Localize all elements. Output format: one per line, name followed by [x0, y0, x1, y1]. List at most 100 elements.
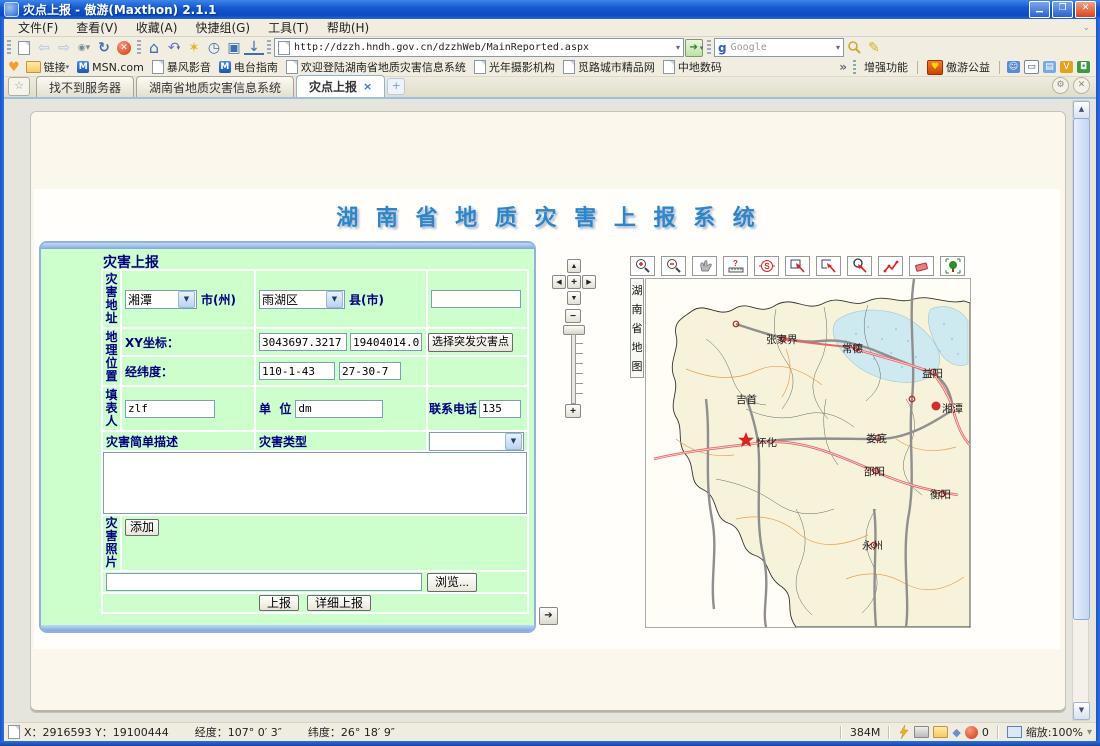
tab-disaster-report[interactable]: 灾点上报× — [296, 75, 385, 97]
wrench-icon[interactable]: ⚙ — [1052, 77, 1069, 94]
search-engine-icon[interactable]: g — [718, 41, 727, 55]
restore-button[interactable]: ❐ — [1052, 1, 1073, 18]
boost-lightning-icon[interactable] — [898, 725, 910, 739]
maxthon-charity-button[interactable]: ♥傲游公益 — [925, 59, 992, 75]
detail-submit-button[interactable]: 详细上报 — [307, 595, 371, 611]
x-coordinate-input[interactable] — [259, 333, 347, 351]
map-scale-icon[interactable]: S — [754, 256, 779, 276]
tab-close-icon[interactable]: × — [363, 80, 372, 93]
phone-input[interactable] — [479, 400, 521, 418]
resize-window-icon[interactable] — [1007, 726, 1022, 738]
pick-disaster-point-button[interactable]: 选择突发灾害点 — [428, 333, 513, 352]
browse-button[interactable]: 浏览... — [427, 573, 477, 592]
expand-panel-button[interactable]: ➔ — [539, 607, 558, 625]
stop-icon[interactable]: ✕ — [114, 39, 134, 57]
search-box[interactable]: g Google ▾ — [714, 38, 844, 57]
filter-icon[interactable]: ◆ — [952, 726, 960, 739]
menu-favorites[interactable]: 收藏(A) — [128, 18, 186, 37]
city-select[interactable]: 湘潭▼ — [125, 290, 197, 309]
printer-icon[interactable] — [914, 726, 929, 738]
bookmark-zhongdi[interactable]: 中地数码 — [661, 59, 724, 75]
zoom-dropdown-icon[interactable]: ▾ — [1087, 727, 1092, 738]
page-scrollbar[interactable]: ▲ ▼ — [1072, 100, 1089, 721]
submit-button[interactable]: 上报 — [259, 595, 299, 611]
minimize-button[interactable]: ▁ — [1029, 1, 1050, 18]
addons-button[interactable]: 增强功能 — [862, 59, 910, 75]
pan-right-button[interactable]: ▶ — [582, 275, 596, 289]
tab-list-star-icon[interactable]: ☆ — [8, 77, 30, 96]
scroll-up-icon[interactable]: ▲ — [1073, 101, 1090, 119]
undo-icon[interactable]: ↶▾ — [164, 39, 184, 57]
zoom-out-slider-button[interactable]: − — [565, 309, 581, 323]
back-icon[interactable]: ⇦ — [34, 39, 54, 57]
map-measure-icon[interactable]: ? — [723, 256, 748, 276]
map-zoom-in-icon[interactable] — [630, 256, 655, 276]
plugin-box-icon[interactable]: ◘ — [1077, 61, 1090, 73]
history-dropdown-icon[interactable]: ◉▾ — [74, 39, 94, 57]
search-dropdown-icon[interactable]: ▾ — [836, 43, 840, 52]
tab-server-not-found[interactable]: 找不到服务器 — [36, 76, 134, 97]
home-icon[interactable]: ⌂ — [144, 39, 164, 57]
user-icon[interactable]: ☺ — [1007, 61, 1020, 73]
pan-up-button[interactable]: ▲ — [567, 259, 581, 273]
file-path-input[interactable] — [106, 573, 422, 591]
zoom-level[interactable]: 缩放:100% — [1026, 724, 1083, 740]
y-coordinate-input[interactable] — [350, 333, 422, 351]
hunan-map[interactable]: 张家界 常德 益阳 湘潭 吉首 娄底 怀化 邵阳 衡阳 永州 — [645, 278, 971, 628]
address-url[interactable]: http://dzzh.hndh.gov.cn/dzzhWeb/MainRepo… — [294, 42, 589, 53]
address-detail-input[interactable] — [431, 290, 521, 308]
zoom-in-slider-button[interactable]: + — [565, 404, 581, 418]
address-bar[interactable]: http://dzzh.hndh.gov.cn/dzzhWeb/MainRepo… — [274, 38, 684, 57]
favorites-heart-icon[interactable]: ♥ — [8, 60, 20, 75]
bookmark-msn[interactable]: MMSN.com — [75, 61, 146, 74]
map-rect-deselect-icon[interactable] — [816, 256, 841, 276]
menu-file[interactable]: 文件(F) — [10, 18, 66, 37]
forward-icon[interactable]: ⇨ — [54, 39, 74, 57]
tab-hunan-geo-info-system[interactable]: 湖南省地质灾害信息系统 — [136, 76, 294, 97]
scrollbar-thumb[interactable] — [1073, 118, 1090, 620]
download-icon[interactable]: ↓ — [244, 40, 264, 55]
search-icon[interactable] — [844, 39, 864, 57]
bookmark-hunan-geo-system[interactable]: 欢迎登陆湖南省地质灾害信息系统 — [284, 59, 468, 75]
toolbar-grip[interactable] — [7, 40, 11, 56]
description-textarea[interactable] — [103, 452, 527, 514]
bookmark-storm-player[interactable]: 暴风影音 — [150, 59, 213, 75]
new-tab-button[interactable]: + — [387, 78, 405, 95]
unit-input[interactable] — [295, 400, 383, 418]
map-rect-select-icon[interactable] — [785, 256, 810, 276]
bookmarks-overflow-icon[interactable]: » — [839, 60, 847, 74]
collapse-chevron-icon[interactable]: ⌄ — [1082, 23, 1090, 33]
menu-groups[interactable]: 快捷组(G) — [187, 18, 258, 37]
map-pan-hand-icon[interactable] — [692, 256, 717, 276]
magic-wand-icon[interactable]: ✶ — [184, 39, 204, 57]
longitude-input[interactable] — [259, 362, 335, 380]
go-button[interactable]: ➔▾ — [684, 39, 704, 57]
pan-left-button[interactable]: ◀ — [552, 275, 566, 289]
map-draw-line-icon[interactable] — [878, 256, 903, 276]
v-badge-icon[interactable]: V — [1060, 61, 1073, 73]
map-circle-select-icon[interactable] — [847, 256, 872, 276]
notes-icon[interactable]: ▤ — [1043, 61, 1056, 73]
menu-view[interactable]: 查看(V) — [68, 18, 126, 37]
add-photo-button[interactable]: 添加 — [125, 519, 159, 536]
map-layers-tree-icon[interactable] — [940, 256, 965, 276]
download-folder-icon[interactable] — [933, 726, 948, 738]
search-placeholder[interactable]: Google — [731, 42, 767, 53]
link-panel-icon[interactable]: ▣ — [224, 39, 244, 57]
pan-down-button[interactable]: ▼ — [567, 291, 581, 305]
close-button[interactable]: ✕ — [1075, 1, 1096, 18]
latitude-input[interactable] — [339, 362, 401, 380]
menu-help[interactable]: 帮助(H) — [319, 18, 377, 37]
history-clock-icon[interactable]: ◷ — [204, 39, 224, 57]
popup-blocker-icon[interactable] — [965, 726, 978, 739]
scroll-down-icon[interactable]: ▼ — [1073, 702, 1090, 720]
menu-tools[interactable]: 工具(T) — [260, 18, 317, 37]
bookmark-radio-guide[interactable]: M电台指南 — [217, 59, 280, 75]
reporter-name-input[interactable] — [125, 400, 215, 418]
map-title-strip[interactable]: 湖南省地图 — [630, 278, 644, 378]
map-zoom-out-icon[interactable] — [661, 256, 686, 276]
refresh-icon[interactable]: ↻ — [94, 39, 114, 57]
window-split-icon[interactable]: ▭ — [1024, 60, 1039, 74]
county-select[interactable]: 雨湖区▼ — [259, 290, 345, 309]
bookmark-city-boutique[interactable]: 觅路城市精品网 — [561, 59, 657, 75]
